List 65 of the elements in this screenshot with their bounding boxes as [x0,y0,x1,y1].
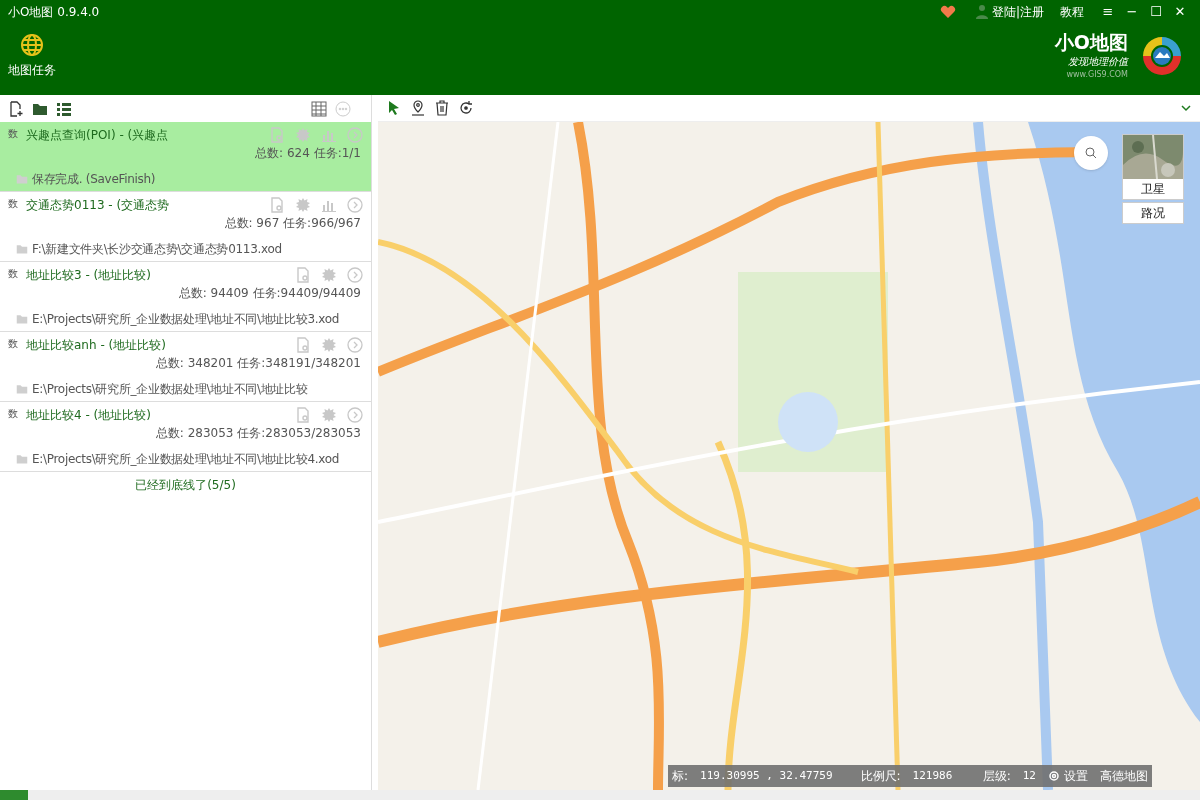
chevron-right-icon[interactable] [347,407,363,423]
task-tag: 数 [8,336,18,351]
task-title: 兴趣点查询(POI) - (兴趣点 [26,127,170,144]
window-title: 小O地图 0.9.4.0 [8,4,100,21]
user-icon [975,4,988,20]
trash-icon[interactable] [434,100,450,116]
task-tag: 数 [8,266,18,281]
task-path: F:\新建文件夹\长沙交通态势\交通态势0113.xod [32,241,282,258]
task-title: 地址比较4 - (地址比较) [26,407,152,424]
maximize-button[interactable]: ☐ [1144,2,1168,22]
heart-icon[interactable] [939,4,956,20]
chevron-right-icon[interactable] [347,267,363,283]
collapse-icon[interactable] [1180,102,1192,114]
login-link[interactable]: 登陆|注册 [991,3,1044,21]
task-title: 地址比较anh - (地址比较) [26,337,167,354]
task-title: 交通态势0113 - (交通态势 [26,197,171,214]
task-path: E:\Projects\研究所_企业数据处理\地址不同\地址比较3.xod [32,311,340,328]
gear-icon[interactable] [295,127,311,143]
task-stats: 总数: 94409 任务:94409/94409 [178,285,361,302]
task-tag: 数 [8,126,18,141]
folder-icon [16,453,28,465]
task-stats: 总数: 624 任务:1/1 [255,145,361,162]
map-task-button[interactable]: 地图任务 [8,32,56,87]
task-stats: 总数: 283053 任务:283053/283053 [155,425,361,442]
list-icon[interactable] [56,100,72,117]
new-file-icon[interactable] [8,100,24,117]
task-tag: 数 [8,196,18,211]
scroll-bar[interactable] [0,790,28,800]
tutorial-link[interactable]: 教程 [1060,3,1084,21]
refresh-icon[interactable] [458,100,474,116]
minimize-button[interactable]: − [1120,2,1144,22]
table-icon[interactable] [311,100,327,117]
task-tag: 数 [8,406,18,421]
gear-icon[interactable] [321,267,337,283]
brand-url: www.GIS9.COM [1066,69,1128,81]
brand-slogan: 发现地理价值 [1068,55,1128,69]
gear-icon[interactable] [321,337,337,353]
chevron-right-icon[interactable] [347,337,363,353]
folder-icon [16,313,28,325]
document-icon[interactable] [269,197,285,213]
folder-icon [16,383,28,395]
document-icon[interactable] [295,407,311,423]
menu-button[interactable]: ≡ [1096,2,1120,22]
folder-icon [16,173,28,185]
gear-icon[interactable] [295,197,311,213]
document-icon[interactable] [269,127,285,143]
globe-icon [20,32,44,57]
document-icon[interactable] [295,337,311,353]
location-pin-icon[interactable] [410,100,426,116]
gear-icon[interactable] [321,407,337,423]
more-icon[interactable] [335,100,351,117]
task-path: E:\Projects\研究所_企业数据处理\地址不同\地址比较 [32,381,308,398]
task-stats: 总数: 348201 任务:348191/348201 [155,355,361,372]
task-title: 地址比较3 - (地址比较) [26,267,152,284]
folder-icon [16,243,28,255]
list-end-text: 已经到底线了(5/5) [134,477,237,494]
document-icon[interactable] [295,267,311,283]
task-path: E:\Projects\研究所_企业数据处理\地址不同\地址比较4.xod [32,451,340,468]
chevron-right-icon[interactable] [347,197,363,213]
task-item[interactable]: 数 兴趣点查询(POI) - (兴趣点 总数: 624 任务:1/1 保存完成. (SaveFinish) [0,122,371,192]
brand-name: 小O地图 [1054,30,1128,54]
chevron-right-icon[interactable] [347,127,363,143]
task-stats: 总数: 967 任务:966/967 [224,215,361,232]
close-button[interactable]: ✕ [1168,2,1192,22]
task-path: 保存完成. (SaveFinish) [32,171,156,188]
